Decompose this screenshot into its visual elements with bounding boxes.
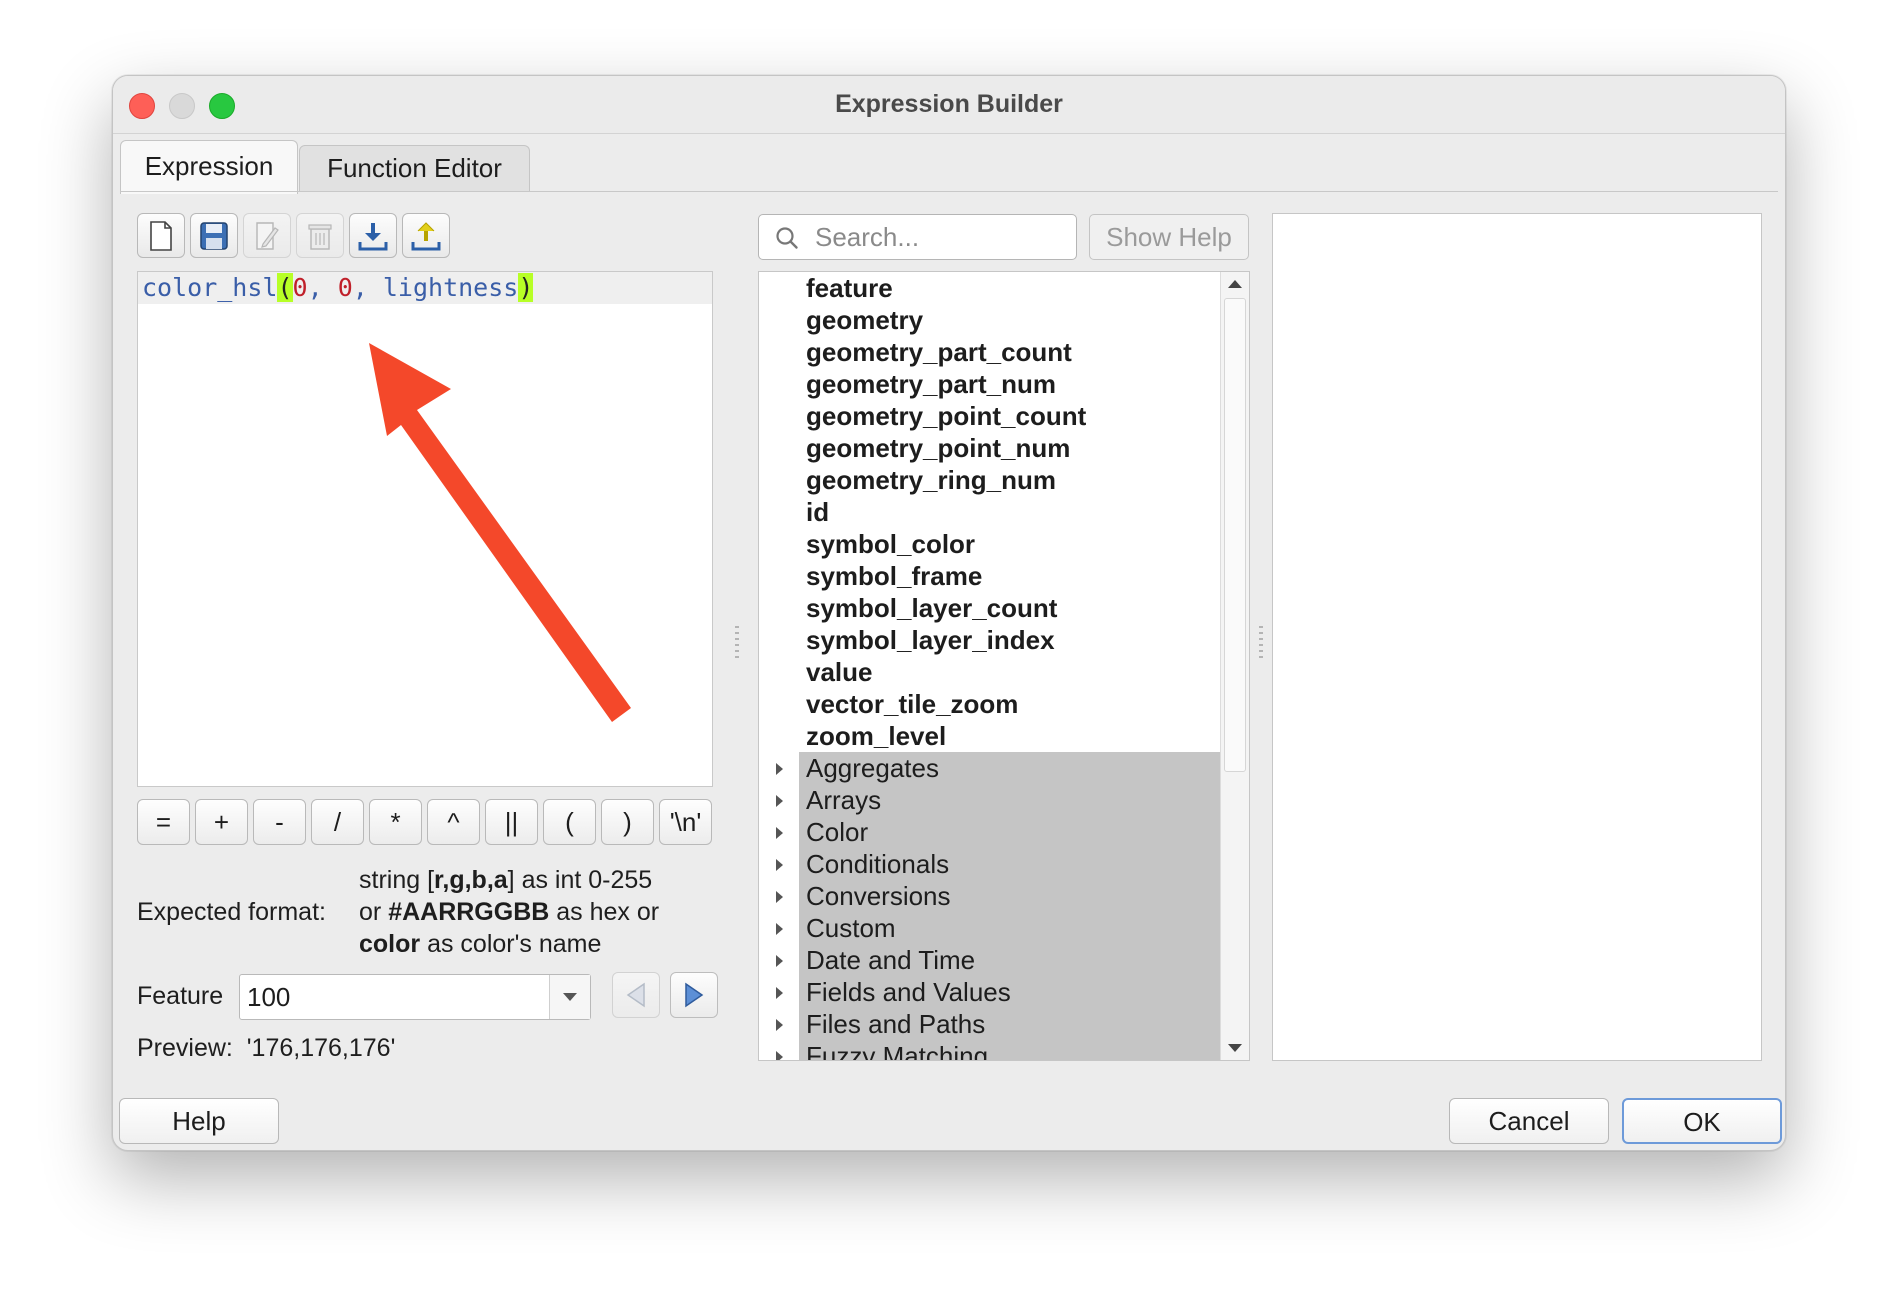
annotation-arrow-shape	[369, 343, 631, 722]
annotation-arrow	[369, 343, 631, 722]
